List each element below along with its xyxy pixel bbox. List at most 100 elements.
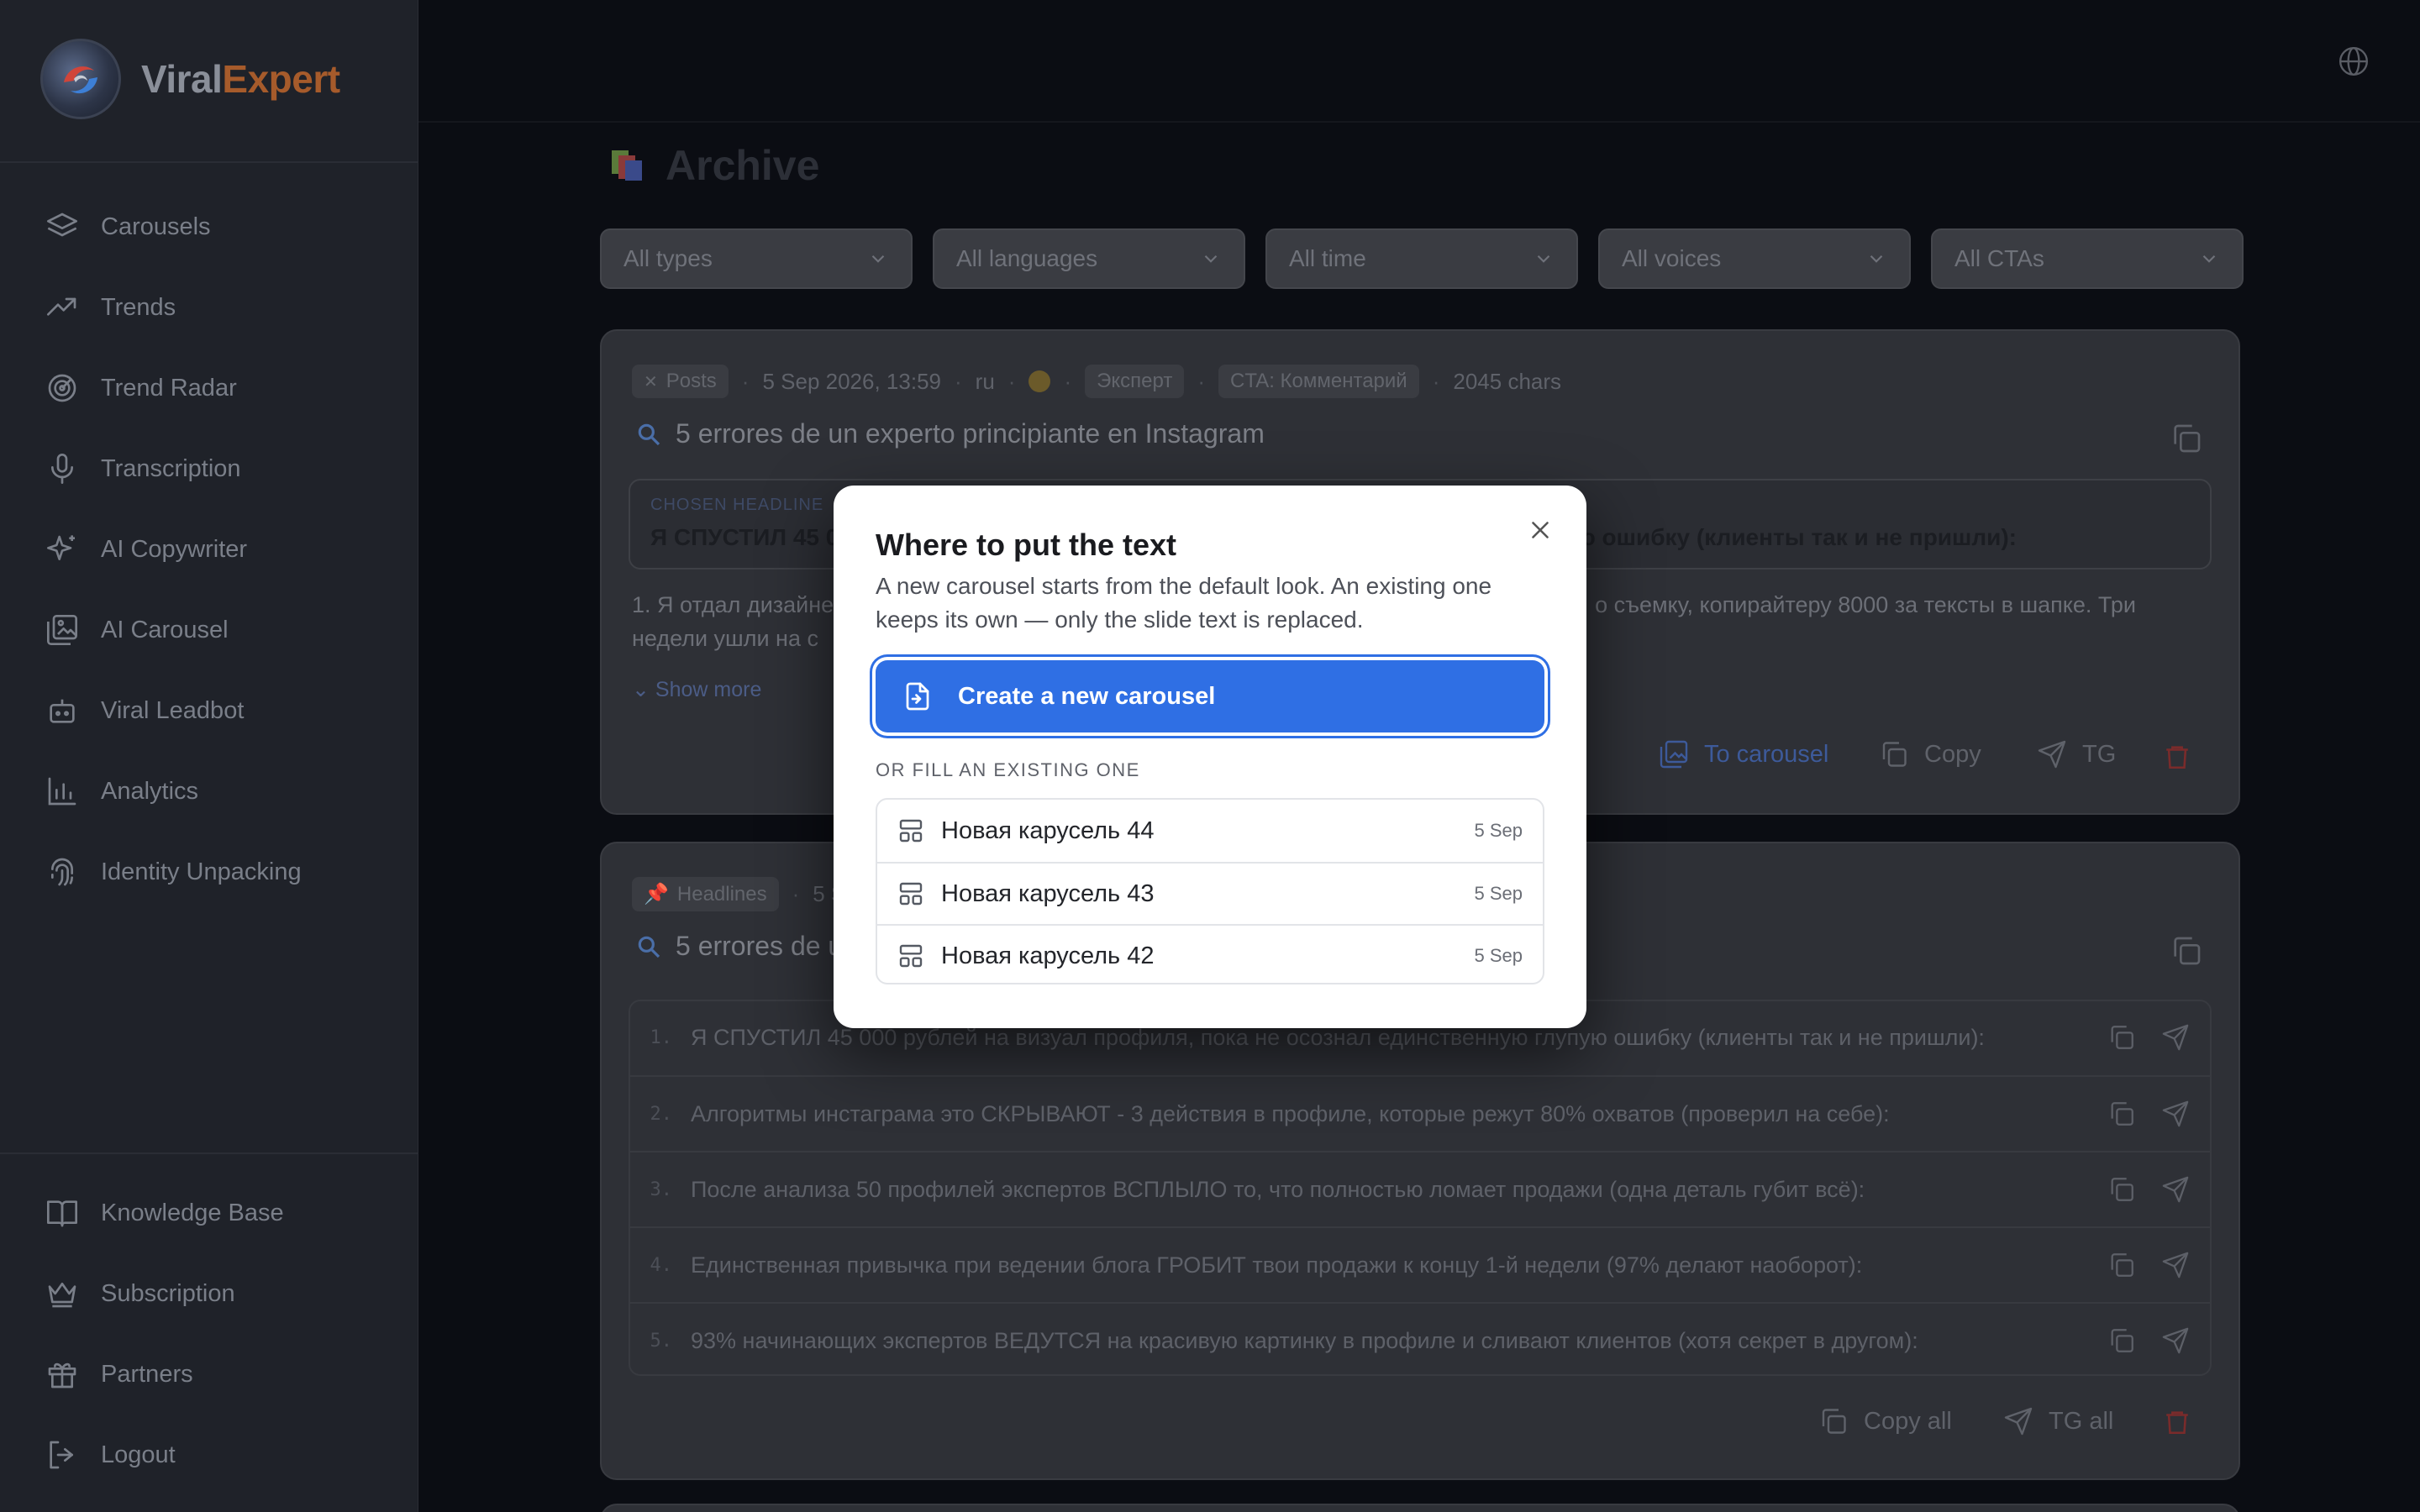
- page-title-text: Archive: [666, 142, 820, 189]
- copy-icon[interactable]: [2170, 422, 2203, 455]
- sidebar-item-label: AI Carousel: [101, 616, 229, 643]
- sidebar-bottom-nav: Knowledge Base Subscription Partners Log…: [0, 1173, 418, 1495]
- chevron-down-icon: [2202, 255, 2216, 263]
- carousel-name: Новая карусель 42: [941, 942, 1155, 969]
- carousel-date: 5 Sep: [1474, 945, 1523, 966]
- button-label: TG all: [2049, 1407, 2114, 1435]
- existing-carousel-item[interactable]: Новая карусель 43 5 Sep: [877, 862, 1543, 924]
- copy-icon[interactable]: [2107, 1100, 2136, 1128]
- button-label: Copy: [1924, 740, 1981, 768]
- sidebar-item-viral-leadbot[interactable]: Viral Leadbot: [0, 670, 418, 751]
- globe-icon[interactable]: [2338, 45, 2370, 77]
- search-icon: [638, 423, 660, 445]
- sidebar-item-logout[interactable]: Logout: [0, 1415, 418, 1495]
- carousel-date: 5 Sep: [1474, 820, 1523, 841]
- sidebar-item-label: AI Copywriter: [101, 535, 248, 563]
- sidebar-item-identity-unpacking[interactable]: Identity Unpacking: [0, 832, 418, 912]
- headline-text: Единственная привычка при ведении блога …: [691, 1252, 1863, 1278]
- copy-icon[interactable]: [2107, 1023, 2136, 1052]
- filter-type-select[interactable]: All types: [600, 228, 913, 289]
- create-new-carousel-button[interactable]: Create a new carousel: [876, 660, 1544, 732]
- sparkles-icon: [47, 535, 75, 560]
- send-icon[interactable]: [2161, 1100, 2190, 1128]
- sidebar-item-carousels[interactable]: Carousels: [0, 186, 418, 267]
- headline-row: 2. Алгоритмы инстаграма это СКРЫВАЮТ - 3…: [629, 1075, 2212, 1151]
- fingerprint-icon: [51, 858, 73, 886]
- char-count: 2045 chars: [1453, 368, 1562, 394]
- type-chip: ✕ Posts: [632, 365, 729, 398]
- top-bar: [418, 0, 2420, 123]
- headline-text: 93% начинающих экспертов ВЕДУТСЯ на крас…: [691, 1327, 1918, 1353]
- copy-icon[interactable]: [2107, 1326, 2136, 1355]
- chevron-down-icon: [1537, 255, 1550, 263]
- button-label: TG: [2082, 740, 2117, 768]
- card-title: 5 errores de un experto principiante en …: [635, 418, 1265, 449]
- filter-value: All voices: [1622, 245, 1722, 271]
- button-label: To carousel: [1704, 740, 1829, 768]
- send-icon[interactable]: [2161, 1175, 2190, 1204]
- sidebar-item-trends[interactable]: Trends: [0, 267, 418, 348]
- sidebar-item-ai-carousel[interactable]: AI Carousel: [0, 590, 418, 670]
- radar-icon: [48, 374, 76, 402]
- card-meta: ✕ Posts · 5 Sep 2026, 13:59 · ru · · Эксп…: [632, 365, 1561, 398]
- copy-icon[interactable]: [2107, 1175, 2136, 1204]
- filter-language-select[interactable]: All languages: [933, 228, 1245, 289]
- sidebar-item-label: Partners: [101, 1360, 193, 1388]
- post-body-line: 1. Я отдал дизайнер: [632, 592, 847, 617]
- carousel-date: 5 Sep: [1474, 883, 1523, 904]
- copy-button[interactable]: Copy: [1879, 739, 1981, 769]
- chevron-down-icon: ⌄: [632, 678, 655, 701]
- trash-icon[interactable]: [2163, 743, 2191, 771]
- headline-text: Алгоритмы инстаграма это СКРЫВАЮТ - 3 де…: [691, 1100, 1890, 1126]
- copy-icon: [1822, 1409, 1846, 1434]
- to-carousel-button[interactable]: To carousel: [1659, 739, 1828, 769]
- send-icon[interactable]: [2161, 1023, 2190, 1052]
- sidebar-item-partners[interactable]: Partners: [0, 1334, 418, 1415]
- sidebar-item-trend-radar[interactable]: Trend Radar: [0, 348, 418, 428]
- close-icon[interactable]: [1526, 516, 1555, 544]
- brand-name: ViralExpert: [141, 57, 340, 101]
- card-date: 5 Sep 2026, 13:59: [762, 368, 941, 394]
- send-tg-all-button[interactable]: TG all: [2003, 1406, 2113, 1436]
- gift-icon: [48, 1362, 76, 1389]
- headline-number: 3.: [650, 1179, 673, 1200]
- sidebar-item-label: Identity Unpacking: [101, 858, 302, 885]
- copy-icon[interactable]: [2170, 934, 2203, 968]
- filter-voice-select[interactable]: All voices: [1598, 228, 1911, 289]
- sidebar-item-subscription[interactable]: Subscription: [0, 1253, 418, 1334]
- chosen-headline-label: CHOSEN HEADLINE: [650, 496, 824, 514]
- sidebar-item-analytics[interactable]: Analytics: [0, 751, 418, 832]
- copy-icon[interactable]: [2107, 1251, 2136, 1279]
- sidebar-item-label: Trends: [101, 293, 176, 321]
- headline-text: После анализа 50 профилей экспертов ВСПЛ…: [691, 1176, 1865, 1202]
- headline-number: 4.: [650, 1254, 673, 1276]
- post-body-line: о съемку, копирайтеру 8000 за тексты в ш…: [1595, 592, 2136, 617]
- send-icon[interactable]: [2161, 1326, 2190, 1355]
- headline-list: 1. Я СПУСТИЛ 45 000 рублей на визуал про…: [602, 1000, 2238, 1376]
- search-icon: [638, 936, 660, 958]
- button-label: Create a new carousel: [958, 682, 1216, 710]
- headline-row: 5. 93% начинающих экспертов ВЕДУТСЯ на к…: [629, 1302, 2212, 1378]
- filter-cta-select[interactable]: All CTAs: [1931, 228, 2244, 289]
- existing-carousel-item[interactable]: Новая карусель 42 5 Sep: [877, 924, 1543, 983]
- brand[interactable]: ViralExpert: [40, 39, 340, 119]
- sidebar: ViralExpert Carousels Trends Trend Radar…: [0, 0, 418, 1512]
- send-icon[interactable]: [2161, 1251, 2190, 1279]
- card-title-text: 5 errores de un experto principiante en …: [676, 418, 1265, 449]
- trash-icon[interactable]: [2163, 1408, 2191, 1436]
- send-tg-button[interactable]: TG: [2037, 739, 2116, 769]
- sidebar-item-label: Logout: [101, 1441, 176, 1468]
- divider: [0, 1152, 418, 1154]
- sidebar-item-ai-copywriter[interactable]: AI Copywriter: [0, 509, 418, 590]
- filter-value: All types: [623, 245, 713, 271]
- filter-time-select[interactable]: All time: [1265, 228, 1578, 289]
- existing-carousel-item[interactable]: Новая карусель 44 5 Sep: [877, 800, 1543, 862]
- sidebar-item-transcription[interactable]: Transcription: [0, 428, 418, 509]
- page-title: Archive: [607, 141, 819, 190]
- existing-carousel-list: Новая карусель 44 5 Sep Новая карусель 4…: [876, 798, 1544, 984]
- card-language: ru: [975, 368, 995, 394]
- show-more-link[interactable]: ⌄ Show more: [632, 677, 761, 702]
- copy-icon: [1882, 742, 1907, 767]
- sidebar-item-knowledge-base[interactable]: Knowledge Base: [0, 1173, 418, 1253]
- copy-all-button[interactable]: Copy all: [1818, 1406, 1952, 1436]
